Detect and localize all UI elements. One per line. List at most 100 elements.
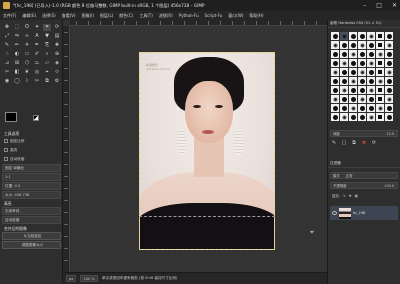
measure-icon[interactable]: ⊿ [3,60,11,67]
duplicate-brush-icon[interactable]: ⧉ [351,140,357,146]
brush-preset[interactable] [385,104,393,112]
menu-image[interactable]: 图像(I) [82,13,94,19]
color-select-icon[interactable]: ◉ [3,78,11,85]
checkbox-icon[interactable] [4,157,8,161]
brush-preset[interactable] [358,104,366,112]
unified-transform-icon[interactable]: ⟐ [53,69,61,76]
brush-preset[interactable] [358,95,366,103]
menu-colors[interactable]: 颜色(C) [119,13,133,19]
brush-preset[interactable] [376,95,384,103]
brush-preset[interactable] [331,86,339,94]
brush-preset[interactable] [340,95,348,103]
brush-preset[interactable] [358,50,366,58]
color-picker-icon[interactable]: ⌕ [43,51,51,58]
brush-preset[interactable] [385,95,393,103]
brush-preset[interactable] [358,32,366,40]
brush-preset[interactable] [349,32,357,40]
layer-opacity-row[interactable]: 不透明度 100.0 [330,182,398,189]
convolve-icon[interactable]: ◎ [33,69,41,76]
brush-preset[interactable] [385,113,393,121]
gegl-icon[interactable]: ⚙ [53,78,61,85]
brush-preset[interactable] [331,104,339,112]
brush-preset[interactable] [358,77,366,85]
spacing-value[interactable]: 10.0 [386,132,394,136]
tool-option-box[interactable]: 位置: 0 0 [2,182,61,190]
brush-preset[interactable] [358,41,366,49]
brush-preset[interactable] [358,59,366,67]
scissors-icon[interactable]: ✂ [3,69,11,76]
minimize-button[interactable]: – [363,1,366,10]
menu-script-fu[interactable]: Script-Fu [205,13,223,18]
menu-tools[interactable]: 工具(T) [139,13,153,19]
brush-preset[interactable] [331,68,339,76]
cage-icon[interactable]: ⬡ [23,60,31,67]
ink-icon[interactable]: ✒ [33,42,41,49]
brush-preset[interactable] [349,50,357,58]
brush-preset[interactable] [367,41,375,49]
lasso-icon[interactable]: ʘ [23,24,31,31]
zoom-selector[interactable]: 100 % [80,275,98,282]
brush-preset[interactable] [376,32,384,40]
brush-preset[interactable] [349,104,357,112]
tool-option-box[interactable]: 自动收缩 [2,216,61,224]
tool-option-btn[interactable]: 调整图像大小 [2,241,61,249]
brush-preset[interactable] [376,50,384,58]
refresh-brushes-icon[interactable]: ⟳ [371,140,377,146]
eraser-icon[interactable]: ▭ [23,51,31,58]
brush-preset[interactable] [340,86,348,94]
layer-visibility-icon[interactable] [332,211,337,215]
menu-file[interactable]: 文件(F) [3,13,16,19]
brush-preset[interactable] [376,113,384,121]
menu-help[interactable]: 帮助(H) [249,13,263,19]
image-canvas-area[interactable]: 新浪娱乐 ent.sina.com.cn ⌖ [63,20,327,272]
brush-spacing-row[interactable]: 间距 10.0 [330,130,398,137]
menu-select[interactable]: 选择(S) [42,13,56,19]
brush-preset[interactable] [376,77,384,85]
lock-pixels-icon[interactable]: ✎ [343,194,346,198]
perspective-icon[interactable]: ⏢ [33,60,41,67]
brush-preset[interactable] [340,113,348,121]
brush-preset[interactable] [340,59,348,67]
smudge-icon[interactable]: ☝ [3,51,11,58]
scale-icon[interactable]: ⤢ [3,33,11,40]
brush-preset[interactable] [367,32,375,40]
tool-option-check[interactable]: 自动收缩 [2,155,61,163]
menu-filters[interactable]: 滤镜(R) [159,13,173,19]
flip-icon[interactable]: ⇋ [13,33,21,40]
close-button[interactable]: ✕ [392,1,397,10]
lock-alpha-icon[interactable]: ▦ [355,194,358,198]
brush-preset[interactable] [331,95,339,103]
brush-preset[interactable] [340,41,348,49]
foreground-select-icon[interactable]: ◈ [53,60,61,67]
image-canvas[interactable]: 新浪娱乐 ent.sina.com.cn [139,52,275,250]
tool-option-box[interactable]: 1:1 [2,173,61,181]
brush-preset[interactable] [349,113,357,121]
tool-option-box[interactable]: 固定 纵横比 [2,164,61,172]
clone-icon[interactable]: ⎘ [43,42,51,49]
rect-select-icon[interactable]: ⬚ [13,24,21,31]
brush-preset[interactable] [385,32,393,40]
unit-selector[interactable]: px [66,275,77,282]
checkbox-icon[interactable] [4,148,8,152]
horizontal-ruler[interactable] [70,20,327,26]
brush-preset[interactable] [367,95,375,103]
brush-preset[interactable] [340,68,348,76]
brush-preset[interactable] [349,59,357,67]
align-icon[interactable]: ⊞ [13,60,21,67]
brush-preset[interactable] [385,77,393,85]
crop-icon[interactable]: ⌗ [43,24,51,31]
brush-preset[interactable] [349,86,357,94]
brush-preset[interactable] [331,77,339,85]
brush-preset[interactable] [331,59,339,67]
brush-preset[interactable] [340,104,348,112]
mode-value[interactable]: 正常 [346,173,353,178]
brush-preset[interactable] [385,41,393,49]
lock-position-icon[interactable]: ✥ [349,194,352,198]
brush-preset[interactable] [367,59,375,67]
pencil-icon[interactable]: ✏ [13,42,21,49]
heal-icon[interactable]: ✚ [53,42,61,49]
blend-icon[interactable]: ◧ [13,69,21,76]
airbrush-icon[interactable]: ✈ [23,42,31,49]
zoom-icon[interactable]: ⊕ [53,51,61,58]
menu-windows[interactable]: 窗口(W) [228,13,243,19]
